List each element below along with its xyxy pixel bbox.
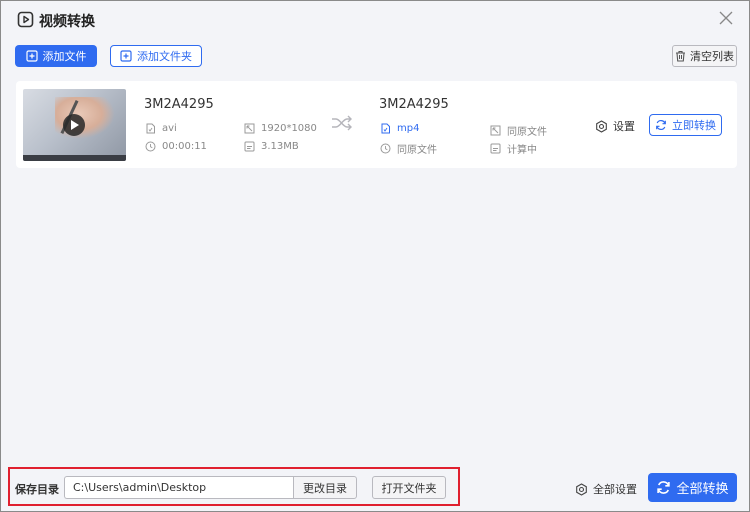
close-icon[interactable] (719, 11, 733, 25)
video-convert-icon (17, 11, 34, 28)
resolution-icon (490, 125, 501, 136)
add-file-button[interactable]: 添加文件 (15, 45, 97, 67)
save-directory-label: 保存目录 (15, 483, 59, 496)
add-folder-label: 添加文件夹 (137, 50, 192, 63)
source-resolution-text: 1920*1080 (261, 123, 317, 134)
source-file-name: 3M2A4295 (144, 97, 214, 112)
source-resolution: 1920*1080 (244, 123, 317, 134)
change-directory-button[interactable]: 更改目录 (293, 476, 357, 499)
convert-now-label: 立即转换 (672, 119, 716, 132)
source-size-text: 3.13MB (261, 141, 299, 152)
gear-icon (576, 482, 587, 496)
output-resolution-text: 同原文件 (507, 127, 547, 138)
video-thumbnail[interactable] (23, 89, 126, 161)
add-folder-icon (120, 50, 132, 62)
source-size: 3.13MB (244, 141, 299, 152)
output-resolution: 同原文件 (490, 123, 547, 138)
output-size: 计算中 (490, 141, 537, 156)
shuffle-icon (332, 115, 352, 131)
add-folder-button[interactable]: 添加文件夹 (110, 45, 202, 67)
gear-icon (596, 119, 607, 133)
output-format[interactable]: mp4 (380, 123, 419, 134)
add-file-label: 添加文件 (42, 50, 87, 63)
source-format-text: avi (162, 123, 177, 134)
output-duration: 同原文件 (380, 141, 437, 156)
resolution-icon (244, 123, 255, 134)
app-window: 视频转换 添加文件 添加文件夹 清空列表 3M2A4295 avi 1920*1… (0, 0, 750, 512)
file-size-icon (490, 143, 501, 154)
item-settings-button[interactable]: 设置 (595, 118, 635, 134)
play-icon[interactable] (63, 114, 85, 136)
open-folder-button[interactable]: 打开文件夹 (372, 476, 446, 499)
window-title: 视频转换 (39, 14, 95, 30)
output-size-text: 计算中 (507, 145, 537, 156)
all-settings-button[interactable]: 全部设置 (575, 481, 637, 497)
source-format: avi (145, 123, 177, 134)
output-file-name: 3M2A4295 (379, 97, 449, 112)
refresh-icon (656, 119, 666, 131)
convert-now-button[interactable]: 立即转换 (649, 114, 722, 136)
source-duration-text: 00:00:11 (162, 141, 207, 152)
trash-icon (676, 50, 685, 62)
file-format-icon (146, 123, 155, 134)
convert-all-label: 全部转换 (676, 482, 729, 497)
save-path-input[interactable] (64, 476, 294, 499)
clock-icon (380, 143, 391, 154)
output-duration-text: 同原文件 (397, 145, 437, 156)
thumbnail-bar (23, 155, 126, 161)
all-settings-label: 全部设置 (593, 483, 637, 496)
convert-all-icon (657, 481, 671, 494)
clock-icon (145, 141, 156, 152)
item-settings-label: 设置 (613, 120, 635, 133)
title-bar: 视频转换 (1, 1, 749, 39)
convert-all-button[interactable]: 全部转换 (648, 473, 737, 502)
file-format-icon (381, 123, 390, 134)
source-duration: 00:00:11 (145, 141, 207, 152)
add-file-icon (25, 50, 38, 62)
clear-list-label: 清空列表 (690, 50, 734, 63)
open-folder-label: 打开文件夹 (381, 481, 437, 495)
change-directory-label: 更改目录 (303, 481, 347, 495)
file-size-icon (244, 141, 255, 152)
clear-list-button[interactable]: 清空列表 (672, 45, 737, 67)
output-format-text: mp4 (397, 123, 420, 134)
